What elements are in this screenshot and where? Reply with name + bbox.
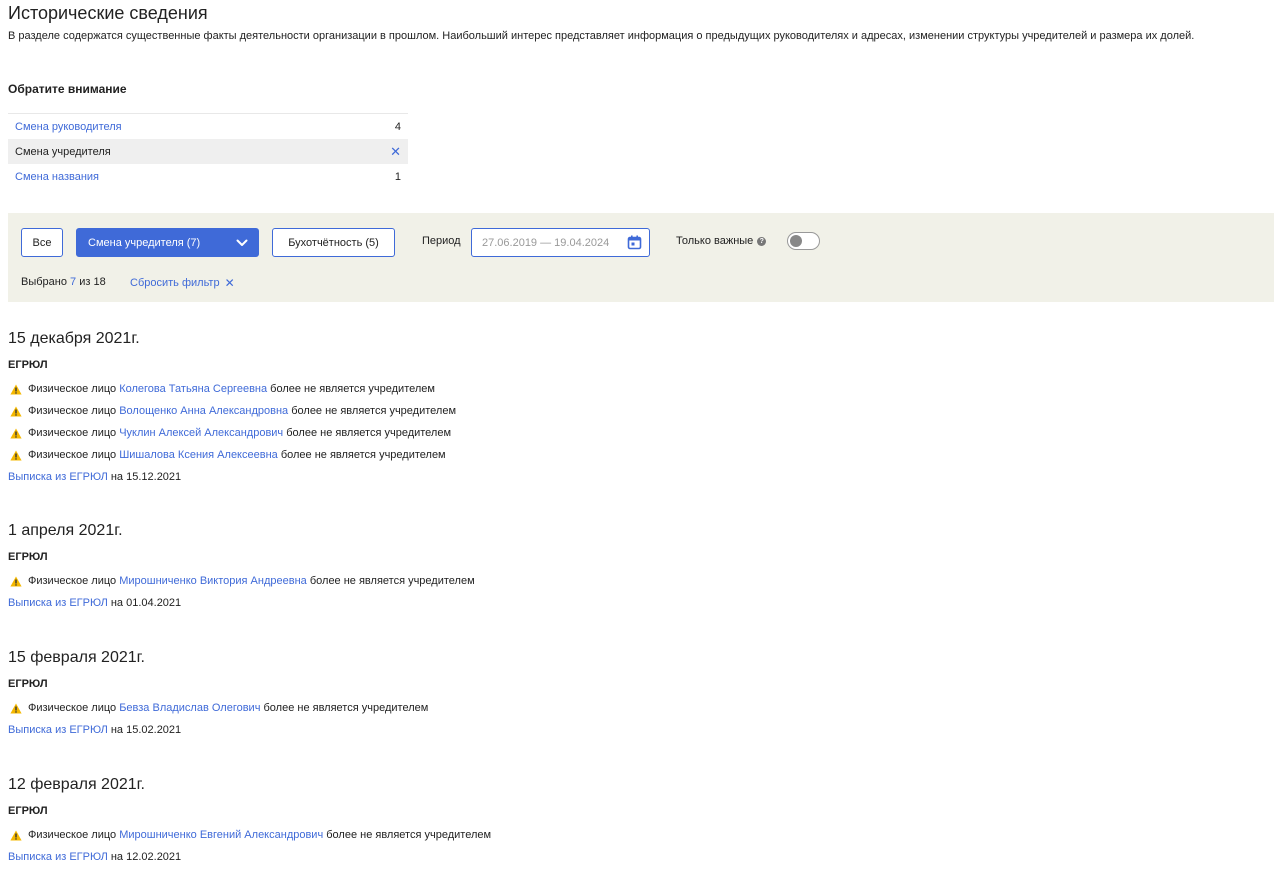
event-item: Физическое лицо Мирошниченко Виктория Ан…: [8, 570, 1268, 592]
attention-item-count: 1: [394, 170, 401, 183]
event-item-suffix: более не является учредителем: [286, 427, 452, 439]
attention-item-director-change[interactable]: Смена руководителя 4: [8, 114, 408, 139]
only-important-toggle[interactable]: [787, 232, 820, 250]
reset-filter-link[interactable]: Сбросить фильтр ✕: [130, 276, 235, 290]
selected-count-text: Выбрано 7 из 18: [21, 276, 106, 288]
extract-date: на 15.12.2021: [110, 471, 182, 483]
extract-line: Выписка из ЕГРЮЛ на 15.12.2021: [8, 470, 1268, 484]
attention-item-founder-change[interactable]: Смена учредителя ✕: [8, 139, 408, 164]
event-item-prefix: Физическое лицо: [28, 702, 117, 714]
extract-line: Выписка из ЕГРЮЛ на 01.04.2021: [8, 596, 1268, 610]
person-link[interactable]: Бевза Владислав Олегович: [119, 702, 260, 714]
event-source: ЕГРЮЛ: [8, 551, 48, 563]
filter-founder-change-label: Смена учредителя (7): [88, 236, 201, 249]
extract-date: на 01.04.2021: [110, 597, 182, 609]
period-date-input[interactable]: 27.06.2019 — 19.04.2024: [471, 228, 650, 257]
event-item: Физическое лицо Бевза Владислав Олегович…: [8, 697, 1268, 719]
person-link[interactable]: Шишалова Ксения Алексеевна: [119, 449, 278, 461]
egrul-extract-link[interactable]: Выписка из ЕГРЮЛ: [8, 471, 108, 483]
event-group: 15 февраля 2021г. ЕГРЮЛ Физическое лицо …: [8, 647, 1268, 737]
section-intro: В разделе содержатся существенные факты …: [8, 30, 1195, 42]
warning-icon: [10, 384, 22, 394]
warning-icon: [10, 428, 22, 438]
attention-item-name-change[interactable]: Смена названия 1: [8, 164, 408, 189]
event-group: 15 декабря 2021г. ЕГРЮЛ Физическое лицо …: [8, 328, 1268, 484]
filter-all-button[interactable]: Все: [21, 228, 63, 257]
event-item-prefix: Физическое лицо: [28, 449, 117, 461]
person-link[interactable]: Мирошниченко Евгений Александрович: [119, 829, 323, 841]
event-source: ЕГРЮЛ: [8, 805, 48, 817]
extract-line: Выписка из ЕГРЮЛ на 12.02.2021: [8, 850, 1268, 864]
selected-prefix: Выбрано: [21, 276, 67, 288]
attention-list: Смена руководителя 4 Смена учредителя ✕ …: [8, 113, 408, 189]
person-link[interactable]: Волощенко Анна Александровна: [119, 405, 288, 417]
attention-title: Обратите внимание: [8, 82, 127, 96]
filter-founder-change-button[interactable]: Смена учредителя (7): [76, 228, 259, 257]
event-date: 1 апреля 2021г.: [8, 522, 123, 539]
attention-item-count: 4: [394, 120, 401, 133]
only-important-text: Только важные: [676, 235, 754, 247]
warning-icon: [10, 703, 22, 713]
only-important-label: Только важные ?: [676, 235, 767, 247]
event-item: Физическое лицо Колегова Татьяна Сергеев…: [8, 378, 1268, 400]
attention-item-label[interactable]: Смена руководителя: [15, 121, 122, 133]
event-item-prefix: Физическое лицо: [28, 575, 117, 587]
extract-date: на 15.02.2021: [110, 724, 182, 736]
event-item-suffix: более не является учредителем: [270, 383, 435, 395]
event-item: Физическое лицо Волощенко Анна Александр…: [8, 400, 1268, 422]
event-item-prefix: Физическое лицо: [28, 829, 117, 841]
filter-accounting-button[interactable]: Бухотчётность (5): [272, 228, 395, 257]
reset-filter-label: Сбросить фильтр: [130, 277, 220, 289]
event-source: ЕГРЮЛ: [8, 359, 48, 371]
chevron-down-icon: [236, 239, 248, 246]
event-date: 12 февраля 2021г.: [8, 776, 145, 793]
event-item: Физическое лицо Мирошниченко Евгений Але…: [8, 824, 1268, 846]
selected-count-link[interactable]: 7: [70, 276, 76, 288]
event-item-suffix: более не является учредителем: [326, 829, 492, 841]
egrul-extract-link[interactable]: Выписка из ЕГРЮЛ: [8, 724, 108, 736]
attention-item-label: Смена учредителя: [15, 145, 111, 158]
close-icon[interactable]: ✕: [390, 144, 401, 160]
period-date-value: 27.06.2019 — 19.04.2024: [482, 236, 610, 249]
event-group: 12 февраля 2021г. ЕГРЮЛ Физическое лицо …: [8, 774, 1268, 864]
help-icon[interactable]: ?: [757, 236, 767, 246]
event-date: 15 февраля 2021г.: [8, 649, 145, 666]
warning-icon: [10, 830, 22, 840]
close-icon: ✕: [224, 276, 235, 290]
warning-icon: [10, 450, 22, 460]
selected-suffix: из 18: [79, 276, 106, 288]
extract-date: на 12.02.2021: [110, 851, 182, 863]
warning-icon: [10, 576, 22, 586]
event-date: 15 декабря 2021г.: [8, 330, 140, 347]
attention-item-label[interactable]: Смена названия: [15, 171, 99, 183]
calendar-icon[interactable]: [627, 235, 642, 250]
person-link[interactable]: Колегова Татьяна Сергеевна: [119, 383, 267, 395]
person-link[interactable]: Чуклин Алексей Александрович: [119, 427, 283, 439]
event-item-prefix: Физическое лицо: [28, 383, 117, 395]
event-item: Физическое лицо Чуклин Алексей Александр…: [8, 422, 1268, 444]
event-item-prefix: Физическое лицо: [28, 427, 117, 439]
person-link[interactable]: Мирошниченко Виктория Андреевна: [119, 575, 307, 587]
page-title: Исторические сведения: [8, 3, 208, 23]
filter-panel: Все Смена учредителя (7) Бухотчётность (…: [8, 213, 1274, 302]
event-item-suffix: более не является учредителем: [280, 449, 446, 461]
event-group: 1 апреля 2021г. ЕГРЮЛ Физическое лицо Ми…: [8, 520, 1268, 610]
event-item-suffix: более не является учредителем: [291, 405, 457, 417]
event-item-suffix: более не является учредителем: [263, 702, 429, 714]
toggle-knob: [790, 235, 802, 247]
event-item-prefix: Физическое лицо: [28, 405, 117, 417]
egrul-extract-link[interactable]: Выписка из ЕГРЮЛ: [8, 851, 108, 863]
period-label: Период: [422, 235, 461, 247]
warning-icon: [10, 406, 22, 416]
event-item: Физическое лицо Шишалова Ксения Алексеев…: [8, 444, 1268, 466]
extract-line: Выписка из ЕГРЮЛ на 15.02.2021: [8, 723, 1268, 737]
egrul-extract-link[interactable]: Выписка из ЕГРЮЛ: [8, 597, 108, 609]
event-item-suffix: более не является учредителем: [309, 575, 475, 587]
event-source: ЕГРЮЛ: [8, 678, 48, 690]
